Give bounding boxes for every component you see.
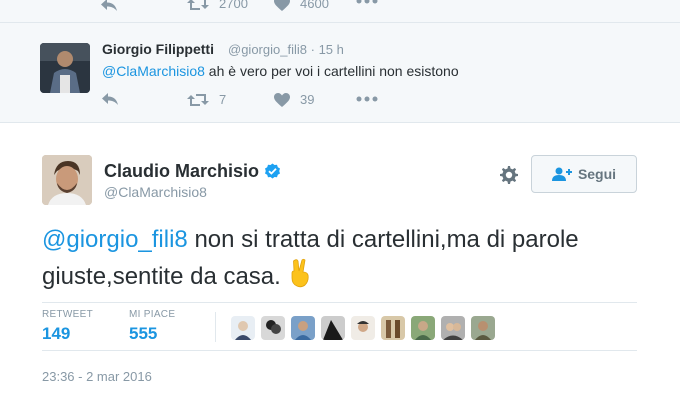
author-name-text: Claudio Marchisio xyxy=(104,161,260,181)
heart-icon xyxy=(274,0,290,11)
avatar[interactable] xyxy=(42,155,92,205)
verified-icon xyxy=(265,163,281,179)
reply-icon xyxy=(101,0,117,11)
reply-icon xyxy=(102,93,118,105)
liker-avatar[interactable] xyxy=(291,316,315,340)
likes-stat[interactable]: MI PIACE 555 xyxy=(129,309,175,344)
liker-avatar[interactable] xyxy=(321,316,345,340)
mention-link[interactable]: @ClaMarchisio8 xyxy=(102,63,205,79)
author-name[interactable]: Claudio Marchisio xyxy=(104,161,281,182)
liker-avatar[interactable] xyxy=(411,316,435,340)
tweet-body: ah è vero per voi i cartellini non esist… xyxy=(204,63,459,79)
tweet-time[interactable]: 15 h xyxy=(319,42,344,57)
more-icon xyxy=(356,0,378,4)
victory-hand-emoji xyxy=(291,258,309,288)
tweet-text: @ClaMarchisio8 ah è vero per voi i carte… xyxy=(102,63,459,79)
gear-icon[interactable] xyxy=(497,164,519,186)
retweet-count: 7 xyxy=(219,92,227,107)
follow-person-icon xyxy=(551,167,572,181)
like-count: 4600 xyxy=(300,0,329,11)
like-action[interactable]: 39 xyxy=(274,92,314,107)
reply-action[interactable] xyxy=(100,0,118,12)
more-action[interactable] xyxy=(356,96,378,102)
retweet-action[interactable]: 7 xyxy=(187,92,226,107)
tweet-timestamp[interactable]: 23:36 - 2 mar 2016 xyxy=(42,369,152,384)
retweet-count: 2700 xyxy=(219,0,248,11)
more-action[interactable] xyxy=(356,0,378,4)
liker-avatar[interactable] xyxy=(351,316,375,340)
tweet-stats: RETWEET 149 MI PIACE 555 xyxy=(42,302,637,351)
likes-stat-label: MI PIACE xyxy=(129,309,176,320)
liker-avatar[interactable] xyxy=(381,316,405,340)
reply-action[interactable] xyxy=(101,92,119,106)
meta-separator: · xyxy=(310,42,315,57)
liker-avatar[interactable] xyxy=(441,316,465,340)
retweet-icon xyxy=(187,93,209,106)
mention-link[interactable]: @giorgio_fili8 xyxy=(42,226,188,253)
reply-tweet[interactable]: Giorgio Filippetti @giorgio_fili8 · 15 h… xyxy=(0,22,680,118)
like-count: 39 xyxy=(300,92,315,107)
stats-divider xyxy=(215,312,216,342)
author-name[interactable]: Giorgio Filippetti xyxy=(102,41,214,57)
liker-avatars xyxy=(231,316,501,340)
avatar[interactable] xyxy=(40,43,90,93)
author-meta: @giorgio_fili8 · 15 h xyxy=(228,42,344,57)
liker-avatar[interactable] xyxy=(261,316,285,340)
retweet-stat-value: 149 xyxy=(42,324,71,343)
retweet-icon xyxy=(187,0,209,10)
retweet-stat-label: RETWEET xyxy=(42,309,93,320)
retweet-stat[interactable]: RETWEET 149 xyxy=(42,309,93,344)
like-action[interactable]: 4600 xyxy=(274,0,329,11)
follow-button[interactable]: Segui xyxy=(531,155,637,193)
tweet-text: @giorgio_fili8 non si tratta di cartelli… xyxy=(42,222,642,295)
author-handle[interactable]: @giorgio_fili8 xyxy=(228,42,307,57)
more-icon xyxy=(356,96,378,102)
main-tweet: Claudio Marchisio @ClaMarchisio8 Segui @… xyxy=(0,122,680,400)
previous-tweet-actions: 2700 4600 xyxy=(0,0,680,22)
liker-avatar[interactable] xyxy=(231,316,255,340)
liker-avatar[interactable] xyxy=(471,316,495,340)
likes-stat-value: 555 xyxy=(129,324,158,343)
heart-icon xyxy=(274,92,290,107)
retweet-action[interactable]: 2700 xyxy=(187,0,248,11)
author-handle[interactable]: @ClaMarchisio8 xyxy=(104,184,207,200)
follow-label: Segui xyxy=(577,166,617,182)
